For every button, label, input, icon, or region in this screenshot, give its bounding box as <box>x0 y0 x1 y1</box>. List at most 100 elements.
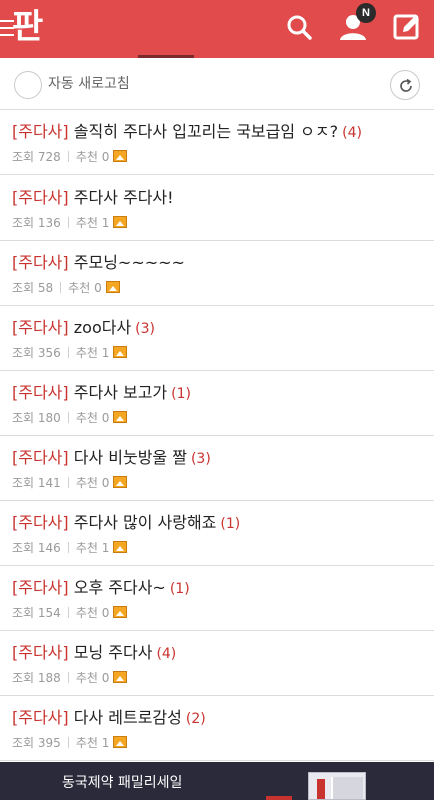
post-title-text: zoo다사 <box>73 318 132 337</box>
post-title-text: 다사 레트로감성 <box>73 708 182 727</box>
meta-divider <box>67 217 69 228</box>
post-item[interactable]: [주다사] 주다사 보고가 (1) 조회 180 추천 0 <box>0 371 434 436</box>
like-count: 추천 1 <box>75 216 110 230</box>
post-meta: 조회 188 추천 0 <box>12 670 128 686</box>
post-title-text: 모닝 주다사 <box>73 643 153 662</box>
post-title-text: 다사 비눗방울 짤 <box>73 448 187 467</box>
comment-count: (3) <box>135 321 156 337</box>
ad-banner[interactable]: 동국제약 패밀리세일 <box>0 762 434 800</box>
image-attachment-icon <box>113 216 128 228</box>
post-meta: 조회 356 추천 1 <box>12 345 128 361</box>
post-item[interactable]: [주다사] 오후 주다사~ (1) 조회 154 추천 0 <box>0 566 434 631</box>
meta-divider <box>67 737 69 748</box>
image-attachment-icon <box>113 736 128 748</box>
image-attachment-icon <box>113 541 128 553</box>
post-tag: [주다사] <box>12 448 69 467</box>
post-title[interactable]: [주다사] 모닝 주다사 (4) <box>12 641 176 666</box>
post-meta: 조회 395 추천 1 <box>12 735 128 751</box>
image-attachment-icon <box>113 411 128 423</box>
comment-count: (2) <box>185 711 206 727</box>
like-count: 추천 0 <box>75 476 110 490</box>
ad-product-image <box>308 772 366 800</box>
image-attachment-icon <box>113 606 128 618</box>
post-item[interactable]: [주다사] 주다사 많이 사랑해죠 (1) 조회 146 추천 1 <box>0 501 434 566</box>
meta-divider <box>67 412 69 423</box>
auto-refresh-bar: 자동 새로고침 <box>0 58 434 110</box>
top-bar: 판 N <box>0 0 434 58</box>
image-attachment-icon <box>113 476 128 488</box>
ad-text: 동국제약 패밀리세일 <box>62 775 183 791</box>
post-title-text: 솔직히 주다사 입꼬리는 국보급임 ㅇㅈ? <box>73 122 339 141</box>
post-title[interactable]: [주다사] 오후 주다사~ (1) <box>12 576 190 601</box>
post-tag: [주다사] <box>12 513 69 532</box>
view-count: 조회 356 <box>12 346 61 360</box>
meta-divider <box>67 672 69 683</box>
post-title[interactable]: [주다사] 주다사 많이 사랑해죠 (1) <box>12 511 240 536</box>
post-item[interactable]: [주다사] 다사 비눗방울 짤 (3) 조회 141 추천 0 <box>0 436 434 501</box>
post-title[interactable]: [주다사] 다사 레트로감성 (2) <box>12 706 206 731</box>
like-count: 추천 0 <box>75 411 110 425</box>
post-tag: [주다사] <box>12 253 69 272</box>
comment-count: (1) <box>220 516 241 532</box>
image-attachment-icon <box>113 671 128 683</box>
meta-divider <box>67 542 69 553</box>
write-icon[interactable] <box>390 10 424 44</box>
post-meta: 조회 141 추천 0 <box>12 475 128 491</box>
post-tag: [주다사] <box>12 318 69 337</box>
post-title[interactable]: [주다사] 주다사 보고가 (1) <box>12 381 191 406</box>
comment-count: (1) <box>169 581 190 597</box>
image-attachment-icon <box>105 281 120 293</box>
view-count: 조회 141 <box>12 476 61 490</box>
like-count: 추천 0 <box>75 671 110 685</box>
like-count: 추천 0 <box>75 150 110 164</box>
image-attachment-icon <box>113 346 128 358</box>
post-meta: 조회 146 추천 1 <box>12 540 128 556</box>
comment-count: (3) <box>190 451 211 467</box>
auto-refresh-toggle[interactable] <box>14 71 42 99</box>
post-title-text: 주모닝~~~~~ <box>73 253 185 272</box>
post-item[interactable]: [주다사] 솔직히 주다사 입꼬리는 국보급임 ㅇㅈ? (4) 조회 728 추천 … <box>0 110 434 175</box>
logo[interactable]: 판 <box>12 5 43 49</box>
meta-divider <box>60 282 62 293</box>
post-meta: 조회 154 추천 0 <box>12 605 128 621</box>
post-title[interactable]: [주다사] 주모닝~~~~~ <box>12 251 189 276</box>
post-title[interactable]: [주다사] zoo다사 (3) <box>12 316 155 341</box>
meta-divider <box>67 347 69 358</box>
post-meta: 조회 728 추천 0 <box>12 149 128 165</box>
view-count: 조회 180 <box>12 411 61 425</box>
post-item[interactable]: [주다사] 주다사 주다사! 조회 136 추천 1 <box>0 176 434 241</box>
comment-count: (4) <box>342 125 362 141</box>
post-tag: [주다사] <box>12 643 69 662</box>
post-title-text: 주다사 주다사! <box>73 188 174 207</box>
like-count: 추천 1 <box>75 541 110 555</box>
meta-divider <box>67 607 69 618</box>
post-title-text: 주다사 많이 사랑해죠 <box>73 513 217 532</box>
like-count: 추천 1 <box>75 346 110 360</box>
like-count: 추천 0 <box>75 606 110 620</box>
post-title[interactable]: [주다사] 주다사 주다사! <box>12 186 178 211</box>
post-meta: 조회 136 추천 1 <box>12 215 128 231</box>
comment-count: (1) <box>171 386 191 402</box>
post-item[interactable]: [주다사] zoo다사 (3) 조회 356 추천 1 <box>0 306 434 371</box>
post-tag: [주다사] <box>12 122 69 141</box>
post-item[interactable]: [주다사] 주모닝~~~~~ 조회 58 추천 0 <box>0 241 434 306</box>
post-title-text: 오후 주다사~ <box>73 578 166 597</box>
meta-divider <box>67 151 69 162</box>
refresh-icon <box>400 78 412 92</box>
post-item[interactable]: [주다사] 모닝 주다사 (4) 조회 188 추천 0 <box>0 631 434 696</box>
auto-refresh-label: 자동 새로고침 <box>48 76 130 92</box>
view-count: 조회 395 <box>12 736 61 750</box>
like-count: 추천 0 <box>68 281 102 295</box>
view-count: 조회 154 <box>12 606 61 620</box>
refresh-button[interactable] <box>390 70 420 100</box>
post-title[interactable]: [주다사] 솔직히 주다사 입꼬리는 국보급임 ㅇㅈ? (4) <box>12 120 362 145</box>
ad-decoration <box>266 796 292 800</box>
view-count: 조회 136 <box>12 216 61 230</box>
notification-badge[interactable]: N <box>356 3 376 23</box>
view-count: 조회 58 <box>12 281 54 295</box>
post-title-text: 주다사 보고가 <box>73 383 168 402</box>
post-item[interactable]: [주다사] 다사 레트로감성 (2) 조회 395 추천 1 <box>0 696 434 761</box>
search-icon[interactable] <box>282 10 316 44</box>
view-count: 조회 146 <box>12 541 61 555</box>
post-title[interactable]: [주다사] 다사 비눗방울 짤 (3) <box>12 446 211 471</box>
